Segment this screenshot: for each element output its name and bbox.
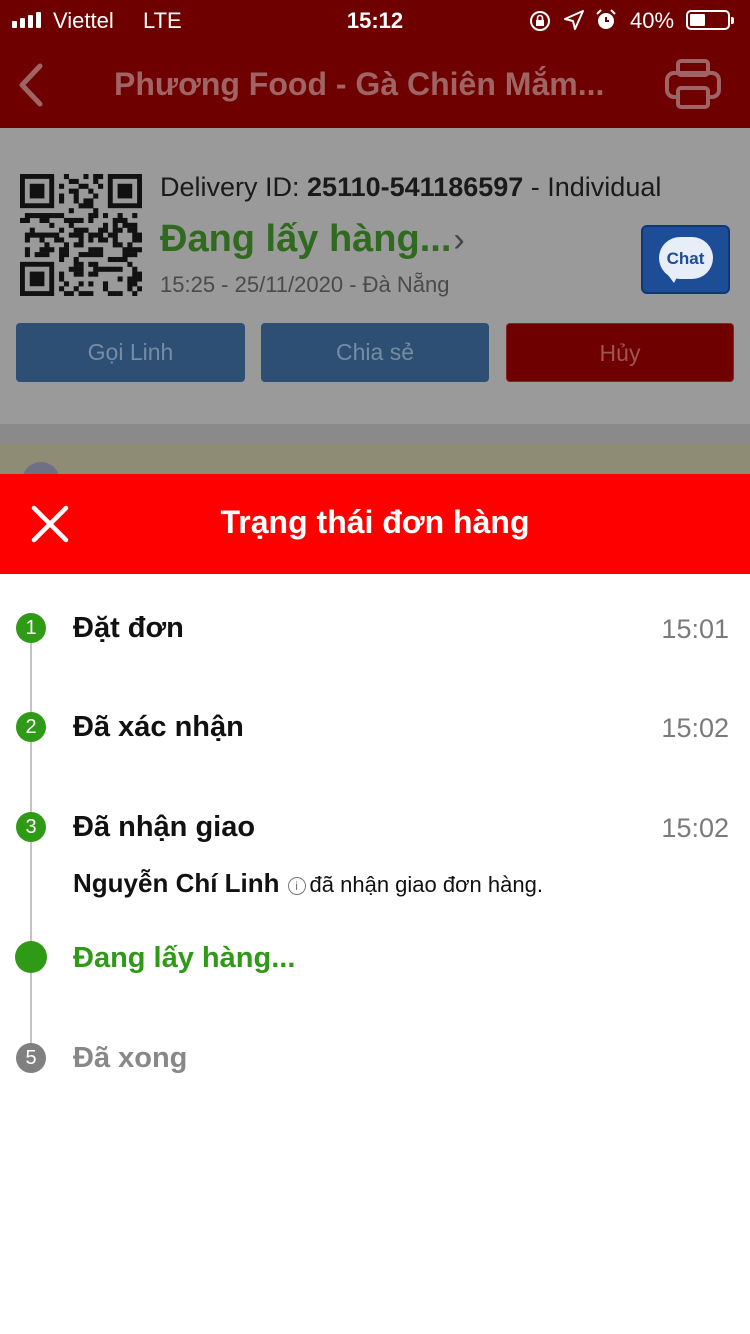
qr-code-icon[interactable] [20, 174, 142, 296]
delivery-id: Delivery ID: 25110-541186597 - Individua… [160, 172, 661, 203]
step-2-label: Đã xác nhận [73, 711, 244, 743]
status-bar: Viettel LTE 15:12 40% [0, 0, 750, 40]
driver-name[interactable]: Nguyễn Chí Linh [73, 868, 280, 898]
call-driver-button[interactable]: Gọi Linh [16, 323, 245, 382]
printer-icon[interactable] [664, 58, 722, 110]
alarm-icon [596, 9, 616, 29]
orientation-lock-icon [530, 11, 550, 31]
page-title: Phương Food - Gà Chiên Mắm... [114, 66, 605, 102]
step-2-time: 15:02 [661, 713, 729, 743]
battery-percent: 40% [630, 8, 675, 33]
step-1-number: 1 [16, 613, 46, 643]
step-1-label: Đặt đơn [73, 612, 184, 644]
location-arrow-icon [564, 10, 584, 30]
section-divider [0, 424, 750, 444]
step-3-number: 3 [16, 812, 46, 842]
obscured-content-row [0, 444, 750, 474]
order-status: Đang lấy hàng... [160, 218, 452, 260]
order-status-link[interactable]: Đang lấy hàng...› [160, 218, 465, 261]
chat-button[interactable]: Chat [641, 225, 730, 294]
info-icon[interactable]: i [287, 877, 306, 895]
avatar [22, 462, 60, 474]
step-1-time: 15:01 [661, 614, 729, 644]
step-4-current-dot [15, 941, 47, 973]
step-3-time: 15:02 [661, 813, 729, 843]
step-5-label: Đã xong [73, 1042, 188, 1074]
timeline-line [30, 628, 32, 1058]
cancel-order-button[interactable]: Hủy [506, 323, 734, 382]
step-2-number: 2 [16, 712, 46, 742]
driver-note-text: đã nhận giao đơn hàng. [309, 872, 543, 897]
delivery-id-value: 25110-541186597 [307, 172, 524, 202]
step-5-number: 5 [16, 1043, 46, 1073]
status-sheet-header: Trạng thái đơn hàng [0, 474, 750, 574]
step-4-label: Đang lấy hàng... [73, 942, 296, 974]
delivery-id-label: Delivery ID: [160, 172, 308, 202]
chevron-right-icon: › [453, 221, 465, 259]
sheet-title: Trạng thái đơn hàng [220, 504, 530, 540]
step-3-label: Đã nhận giao [73, 811, 256, 843]
chevron-left-icon[interactable] [14, 60, 54, 110]
battery-icon [686, 10, 734, 30]
delivery-type: - Individual [523, 172, 662, 202]
share-button[interactable]: Chia sẻ [261, 323, 489, 382]
navigation-bar: Phương Food - Gà Chiên Mắm... [0, 40, 750, 128]
order-datetime-location: 15:25 - 25/11/2020 - Đà Nẵng [160, 272, 450, 297]
driver-note: Nguyễn Chí Linh i đã nhận giao đơn hàng. [73, 868, 543, 899]
chat-button-label: Chat [666, 249, 705, 268]
